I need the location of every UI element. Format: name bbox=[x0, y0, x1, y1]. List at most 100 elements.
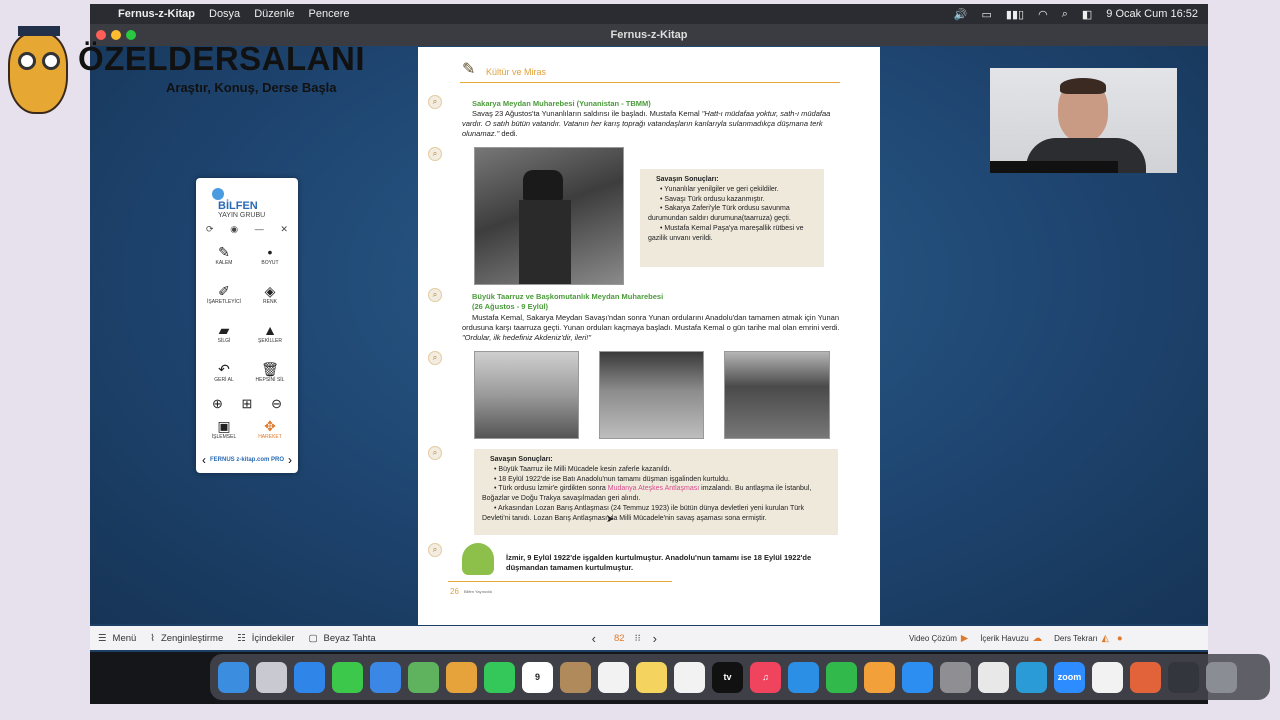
tool-size[interactable]: • BOYUT bbox=[250, 244, 290, 266]
prev-page-icon[interactable]: ‹ bbox=[592, 631, 596, 646]
p1-text: Savaş 23 Ağustos'ta Yunanlıların saldırı… bbox=[472, 109, 702, 119]
fernus-footer-label: FERNUS z-kitap.com PRO bbox=[209, 457, 284, 463]
contacts-icon[interactable] bbox=[560, 661, 591, 693]
menu-pencere[interactable]: Pencere bbox=[309, 8, 350, 20]
safari-icon[interactable] bbox=[294, 661, 325, 693]
whiteboard-icon[interactable]: ▢ bbox=[309, 633, 318, 644]
control-center-icon[interactable]: ◧ bbox=[1082, 8, 1092, 21]
downloads-icon[interactable] bbox=[1168, 661, 1199, 693]
trash-icon[interactable] bbox=[1206, 661, 1237, 693]
eye-icon[interactable]: ◉ bbox=[230, 224, 238, 238]
menu-duzenle[interactable]: Düzenle bbox=[254, 8, 294, 20]
music-icon[interactable]: ♫ bbox=[750, 661, 781, 693]
next-chevron-icon[interactable]: › bbox=[288, 453, 292, 467]
result1-item: • Savaşı Türk ordusu kazanmıştır. bbox=[660, 195, 765, 203]
list-icon[interactable]: ☷ bbox=[237, 633, 246, 644]
menu-clock[interactable]: 9 Ocak Cum 16:52 bbox=[1106, 8, 1198, 20]
book-icon[interactable] bbox=[1130, 661, 1161, 693]
eraser-icon: ▰ bbox=[218, 322, 230, 338]
page-number-input[interactable]: 82 bbox=[614, 633, 625, 644]
freeform-icon[interactable] bbox=[674, 661, 705, 693]
facetime-icon[interactable] bbox=[484, 661, 515, 693]
tool-window[interactable]: ▣ İŞLEMSEL bbox=[204, 418, 244, 440]
zoom-icon[interactable]: zoom bbox=[1054, 661, 1085, 693]
zoom-hotspot-icon[interactable]: ⌕ bbox=[428, 351, 442, 365]
bilfen-icon[interactable] bbox=[1092, 661, 1123, 693]
zoom-out-icon[interactable]: ⊖ bbox=[271, 396, 282, 412]
enrich-button[interactable]: Zenginleştirme bbox=[161, 633, 223, 644]
tool-move[interactable]: ✥ HAREKET bbox=[250, 418, 290, 440]
display-icon[interactable]: ▭ bbox=[982, 8, 992, 21]
notes-icon[interactable] bbox=[636, 661, 667, 693]
move-icon: ✥ bbox=[264, 418, 276, 434]
prev-chevron-icon[interactable]: ‹ bbox=[202, 453, 206, 467]
tool-marker[interactable]: ✐ İŞARETLEYİCİ bbox=[204, 283, 244, 305]
appstore-icon[interactable] bbox=[902, 661, 933, 693]
results1-title: Savaşın Sonuçları: bbox=[656, 176, 719, 183]
publisher-name: Bilfen Yayıncılık bbox=[464, 589, 493, 594]
contents-button[interactable]: İçindekiler bbox=[252, 633, 295, 644]
tool-panel: BİLFEN YAYIN GRUBU ⟳ ◉ — ✕ ✎ KALEM • BOYUT… bbox=[196, 178, 298, 473]
user-icon[interactable]: ● bbox=[1117, 633, 1123, 644]
zoom-hotspot-icon[interactable]: ⌕ bbox=[428, 543, 442, 557]
grid-icon[interactable]: ⁝⁝ bbox=[635, 633, 641, 644]
finder-icon[interactable] bbox=[218, 661, 249, 693]
size-icon: • bbox=[267, 244, 273, 260]
spotlight-icon[interactable]: ⌕ bbox=[1062, 8, 1068, 21]
book-page: ✎ Kültür ve Miras ⌕ Sakarya Meydan Muhar… bbox=[418, 47, 880, 625]
tool-pen[interactable]: ✎ KALEM bbox=[204, 244, 244, 266]
battery-icon[interactable]: ▮▮▯ bbox=[1006, 8, 1024, 21]
p2-text: Mustafa Kemal, Sakarya Meydan Savaşı'nda… bbox=[462, 313, 840, 333]
keynote-icon[interactable] bbox=[788, 661, 819, 693]
menu-app-name[interactable]: Fernus-z-Kitap bbox=[118, 8, 195, 20]
desk-bar bbox=[990, 161, 1118, 173]
heading-buyuk-taarruz: Büyük Taarruz ve Başkomutanlık Meydan Mu… bbox=[472, 292, 664, 301]
cap-icon[interactable]: ◭ bbox=[1102, 633, 1109, 644]
zoom-hotspot-icon[interactable]: ⌕ bbox=[428, 446, 442, 460]
tv-icon[interactable]: tv bbox=[712, 661, 743, 693]
volume-icon[interactable]: 🔊 bbox=[954, 8, 968, 21]
maps-icon[interactable] bbox=[408, 661, 439, 693]
fit-page-icon[interactable]: ⊞ bbox=[242, 396, 253, 412]
section-header: ✎ Kültür ve Miras bbox=[460, 59, 840, 83]
messages-icon[interactable] bbox=[332, 661, 363, 693]
zoom-hotspot-icon[interactable]: ⌕ bbox=[428, 288, 442, 302]
paperclip-icon[interactable]: ⌇ bbox=[150, 633, 155, 644]
whiteboard-button[interactable]: Beyaz Tahta bbox=[324, 633, 376, 644]
cloud-icon[interactable]: ☁ bbox=[1033, 633, 1043, 644]
edge-icon[interactable] bbox=[1016, 661, 1047, 693]
reminders-icon[interactable] bbox=[598, 661, 629, 693]
zoom-hotspot-icon[interactable]: ⌕ bbox=[428, 95, 442, 109]
launchpad-icon[interactable] bbox=[256, 661, 287, 693]
tool-shapes[interactable]: ▲ ŞEKİLLER bbox=[250, 322, 290, 344]
menu-dosya[interactable]: Dosya bbox=[209, 8, 240, 20]
undo-icon: ↶ bbox=[218, 361, 230, 377]
settings-icon[interactable] bbox=[940, 661, 971, 693]
menu-icon[interactable]: ☰ bbox=[98, 633, 107, 644]
lesson-repeat-button[interactable]: Ders Tekrarı bbox=[1054, 634, 1097, 643]
photos-icon[interactable] bbox=[446, 661, 477, 693]
content-pool-button[interactable]: İçerik Havuzu bbox=[980, 634, 1028, 643]
zoom-hotspot-icon[interactable]: ⌕ bbox=[428, 147, 442, 161]
owl-mascot-icon bbox=[8, 26, 68, 114]
close-icon[interactable]: ✕ bbox=[280, 224, 288, 238]
mail-icon[interactable] bbox=[370, 661, 401, 693]
pages-icon[interactable] bbox=[864, 661, 895, 693]
play-icon[interactable]: ▶ bbox=[961, 633, 968, 644]
minimize-icon[interactable]: — bbox=[255, 224, 264, 238]
tool-clear-all[interactable]: 🗑 HEPSİNİ SİL bbox=[250, 361, 290, 383]
tool-eraser[interactable]: ▰ SİLGİ bbox=[204, 322, 244, 344]
calendar-icon[interactable]: 9 bbox=[522, 661, 553, 693]
zoom-in-icon[interactable]: ⊕ bbox=[212, 396, 223, 412]
mudanya-link[interactable]: Mudanya Ateşkes Antlaşması bbox=[608, 485, 699, 492]
tool-color[interactable]: ◈ RENK bbox=[250, 283, 290, 305]
tool-undo[interactable]: ↶ GERİ AL bbox=[204, 361, 244, 383]
sync-icon[interactable]: ⟳ bbox=[206, 224, 214, 238]
video-solution-button[interactable]: Video Çözüm bbox=[909, 634, 957, 643]
menu-button[interactable]: Menü bbox=[113, 633, 137, 644]
wifi-icon[interactable]: ◠ bbox=[1038, 8, 1048, 21]
next-page-icon[interactable]: › bbox=[653, 631, 657, 646]
webcam-feed bbox=[990, 68, 1177, 173]
numbers-icon[interactable] bbox=[826, 661, 857, 693]
chrome-icon[interactable] bbox=[978, 661, 1009, 693]
